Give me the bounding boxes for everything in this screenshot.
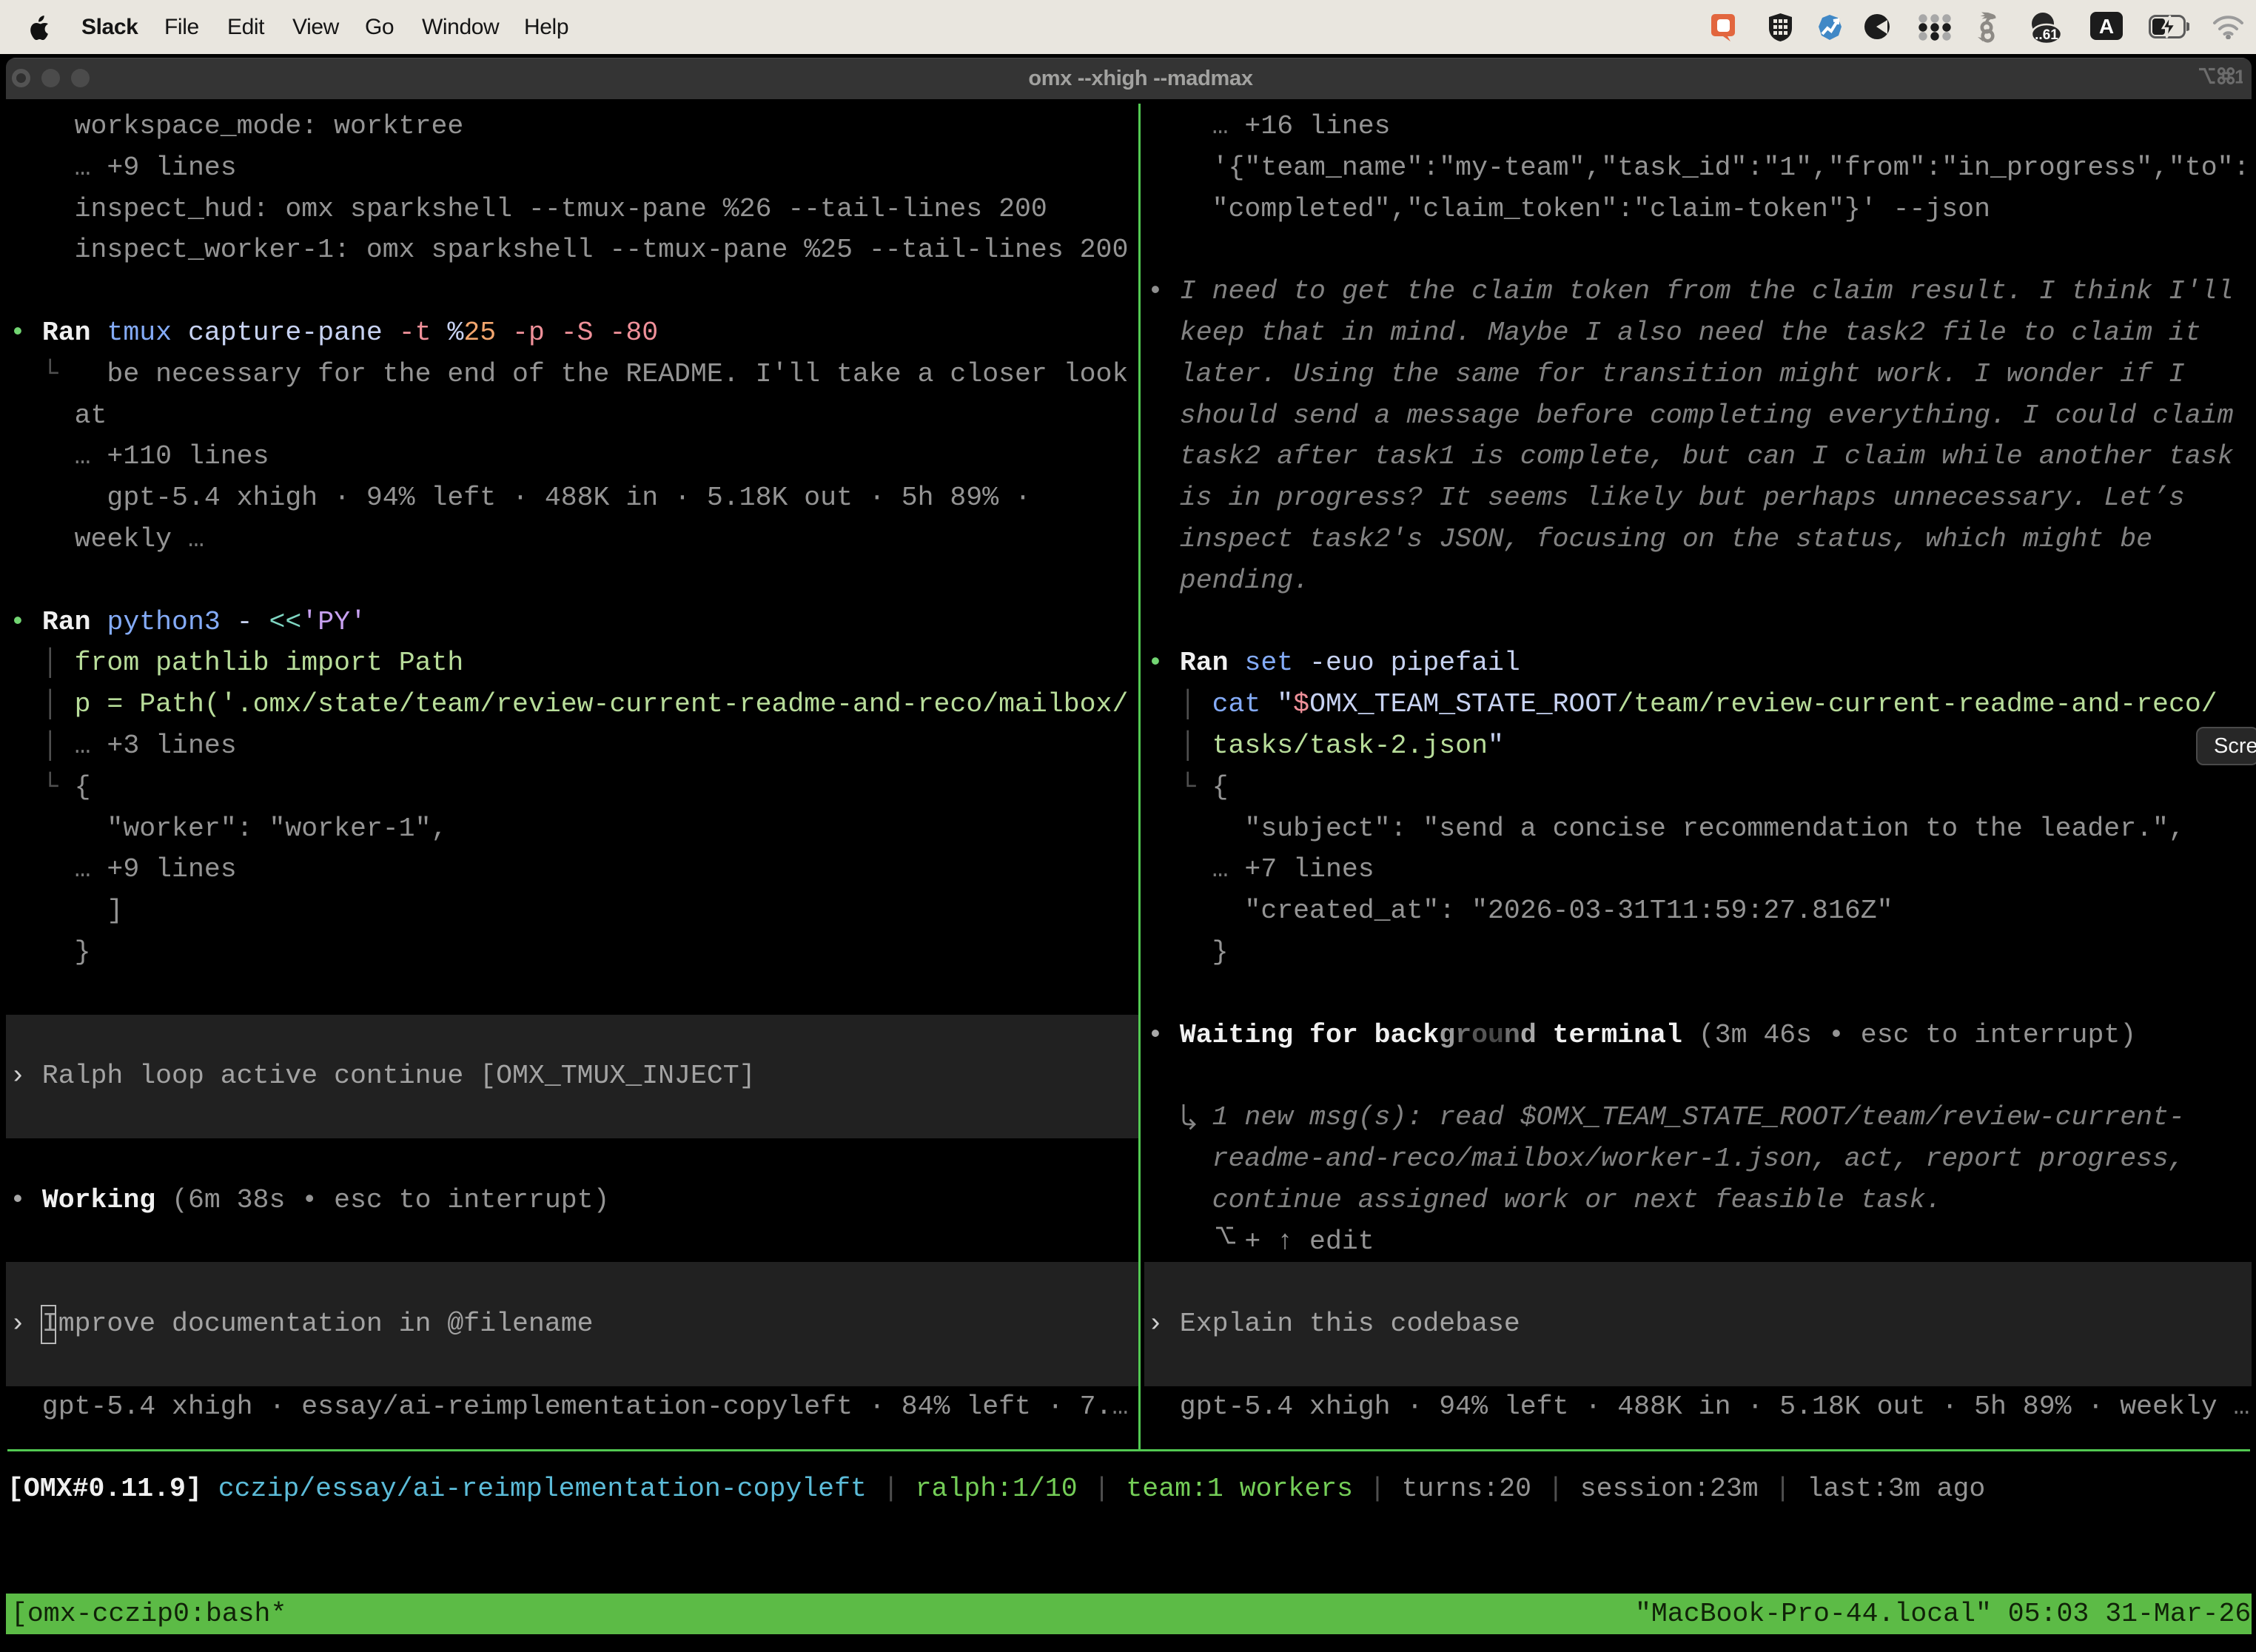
svg-text:1: 1 [2235, 67, 2243, 86]
svg-text:A: A [2099, 15, 2114, 38]
svg-text:..61: ..61 [2035, 27, 2058, 43]
